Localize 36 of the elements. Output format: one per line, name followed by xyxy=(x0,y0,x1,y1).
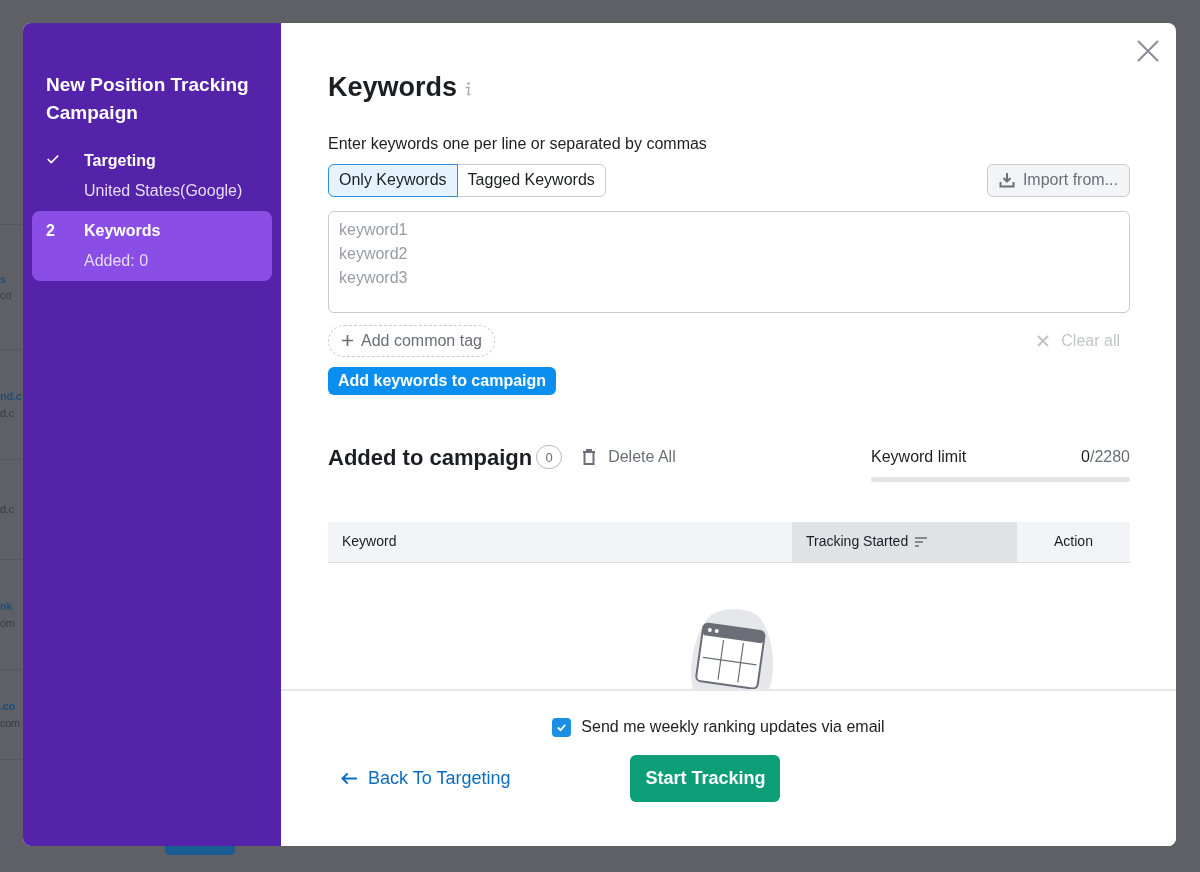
download-icon xyxy=(998,172,1015,188)
column-header[interactable]: Tracking Started xyxy=(792,521,1017,562)
info-icon[interactable] xyxy=(465,82,472,96)
check-icon xyxy=(46,152,60,166)
plus-icon xyxy=(341,334,354,348)
trash-icon xyxy=(582,449,597,466)
close-icon xyxy=(1037,334,1050,347)
sort-icon xyxy=(914,535,929,548)
close-icon[interactable] xyxy=(1136,39,1160,63)
start-tracking-button[interactable]: Start Tracking xyxy=(630,755,781,802)
tab[interactable]: Only Keywords xyxy=(328,163,458,197)
step-item[interactable]: Targeting United States(Google) xyxy=(32,141,272,211)
campaign-title: New Position Tracking Campaign xyxy=(45,73,250,125)
column-header[interactable]: Action xyxy=(1017,521,1130,562)
column-header[interactable]: Keyword xyxy=(328,521,792,562)
back-link[interactable]: Back To Targeting xyxy=(341,765,511,792)
delete-all-button[interactable]: Delete All xyxy=(582,445,676,470)
checkbox[interactable] xyxy=(552,717,572,737)
added-title: Added to campaign xyxy=(328,443,533,472)
check-icon xyxy=(556,721,568,733)
import-button[interactable]: Import from... xyxy=(986,163,1130,197)
add-keywords-button[interactable]: Add keywords to campaign xyxy=(328,366,557,395)
section-title: Keywords xyxy=(328,71,458,104)
step-number: 2 xyxy=(46,222,55,239)
step-label: Targeting xyxy=(84,151,157,171)
checkbox-label: Send me weekly ranking updates via email xyxy=(581,717,885,737)
step-detail: Added: 0 xyxy=(84,251,150,271)
instructions-text: Enter keywords one per line or separated by commas xyxy=(328,133,708,154)
step-item[interactable]: 2 Keywords Added: 0 xyxy=(32,211,272,281)
step-label: Keywords xyxy=(84,221,161,241)
tab[interactable]: Tagged Keywords xyxy=(456,163,606,197)
arrow-left-icon xyxy=(341,772,358,785)
limit-label: Keyword limit xyxy=(871,446,967,467)
keywords-field[interactable]: keyword1 keyword2 keyword3 xyxy=(328,210,1130,313)
limit-count: 0/2280 xyxy=(1081,446,1130,467)
step-detail: United States(Google) xyxy=(84,181,243,201)
